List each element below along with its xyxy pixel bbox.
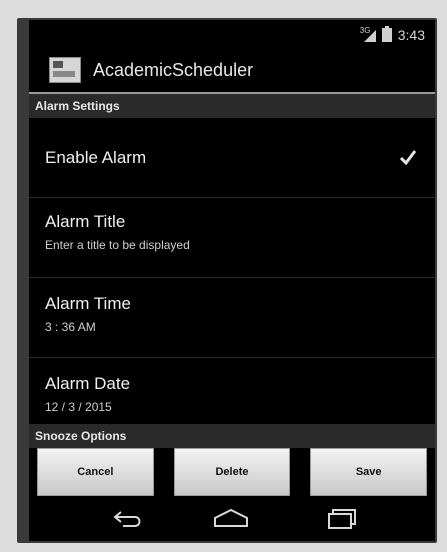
pref-summary-alarm-date: 12 / 3 / 2015 <box>45 400 112 414</box>
pref-title-alarm-title: Alarm Title <box>45 212 126 231</box>
delete-button[interactable]: Delete <box>173 448 291 496</box>
home-button[interactable] <box>207 504 255 532</box>
cancel-button[interactable]: Cancel <box>37 448 154 496</box>
back-button[interactable] <box>107 504 155 532</box>
pref-alarm-date[interactable]: Alarm Date 12 / 3 / 2015 <box>29 358 435 424</box>
status-bar: 3G 3:43 <box>29 20 435 48</box>
recent-apps-button[interactable] <box>319 504 367 532</box>
pref-title-alarm-date: Alarm Date <box>45 374 131 393</box>
device-frame: 3G 3:43 AcademicScheduler Alarm Settings… <box>17 18 437 543</box>
battery-icon <box>381 26 392 42</box>
app-title: AcademicScheduler <box>93 60 254 80</box>
status-icons: 3G 3:43 <box>360 26 425 44</box>
button-bar: Cancel Delete Save <box>29 448 435 496</box>
action-bar: AcademicScheduler <box>29 48 435 94</box>
section-header-alarm-settings: Alarm Settings <box>29 94 435 118</box>
save-button[interactable]: Save <box>310 448 428 496</box>
app-icon[interactable] <box>49 57 81 83</box>
pref-summary-alarm-time: 3 : 36 AM <box>45 320 96 334</box>
pref-summary-alarm-title: Enter a title to be displayed <box>45 238 190 252</box>
pref-alarm-title[interactable]: Alarm Title Enter a title to be displaye… <box>29 198 435 278</box>
check-icon <box>399 150 417 166</box>
pref-enable-alarm[interactable]: Enable Alarm <box>29 118 435 198</box>
screen: 3G 3:43 AcademicScheduler Alarm Settings… <box>29 20 435 541</box>
navigation-bar <box>29 496 435 541</box>
status-time: 3:43 <box>397 27 425 43</box>
back-icon <box>113 511 141 527</box>
pref-title-alarm-time: Alarm Time <box>45 294 131 313</box>
pref-alarm-time[interactable]: Alarm Time 3 : 36 AM <box>29 278 435 358</box>
recent-apps-icon <box>328 509 356 529</box>
home-icon <box>214 508 248 527</box>
section-header-snooze-options: Snooze Options <box>29 424 435 448</box>
pref-title-enable-alarm: Enable Alarm <box>45 148 147 167</box>
signal-icon: 3G <box>360 26 376 42</box>
enable-alarm-checkbox[interactable] <box>397 146 419 168</box>
